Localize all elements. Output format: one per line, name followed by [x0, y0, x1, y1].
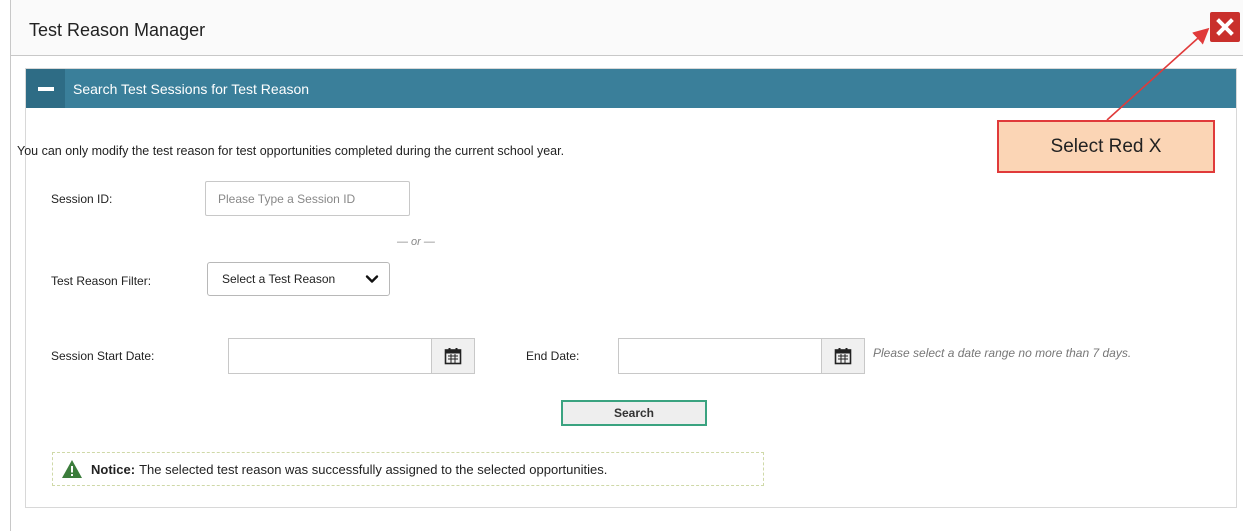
close-icon: [1216, 18, 1234, 36]
session-id-label: Session ID:: [51, 192, 113, 206]
panel-header: Search Test Sessions for Test Reason: [26, 69, 1236, 108]
calendar-icon: [834, 348, 852, 365]
modal-left-border: [10, 56, 11, 531]
search-button[interactable]: Search: [561, 400, 707, 426]
end-date-calendar-button[interactable]: [821, 338, 865, 374]
test-reason-label: Test Reason Filter:: [51, 274, 152, 288]
close-button[interactable]: [1210, 12, 1240, 42]
notice-text: The selected test reason was successfull…: [139, 461, 608, 477]
start-date-label: Session Start Date:: [51, 349, 155, 363]
notice-message: Notice: The selected test reason was suc…: [52, 452, 764, 486]
modal-title-bar: Test Reason Manager: [10, 0, 1243, 56]
collapse-toggle-button[interactable]: [26, 69, 65, 108]
modal-title: Test Reason Manager: [29, 20, 206, 40]
date-range-hint: Please select a date range no more than …: [873, 346, 1132, 360]
test-reason-select[interactable]: Select a Test Reason: [207, 262, 390, 296]
notice-label: Notice:: [91, 461, 136, 477]
or-divider: — or —: [397, 236, 435, 248]
test-reason-selected: Select a Test Reason: [222, 272, 336, 286]
minus-icon: [37, 86, 54, 91]
end-date-input[interactable]: [618, 338, 821, 374]
chevron-down-icon: [365, 275, 379, 283]
start-date-input[interactable]: [228, 338, 431, 374]
end-date-label: End Date:: [526, 349, 580, 363]
info-text: You can only modify the test reason for …: [17, 144, 565, 158]
start-date-calendar-button[interactable]: [431, 338, 475, 374]
session-id-input[interactable]: [205, 181, 410, 216]
warning-triangle-icon: [62, 460, 82, 478]
callout-annotation: Select Red X: [997, 120, 1215, 173]
panel-header-title: Search Test Sessions for Test Reason: [73, 80, 310, 97]
calendar-icon: [444, 348, 462, 365]
